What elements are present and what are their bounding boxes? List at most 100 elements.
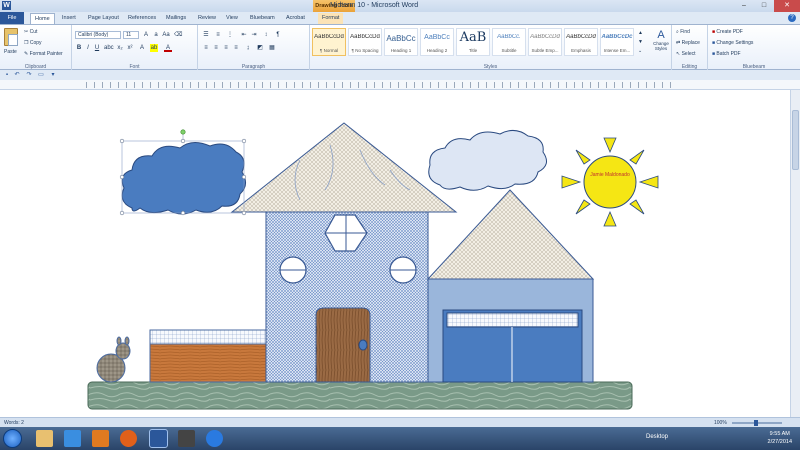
zoom-level[interactable]: 100% [714, 420, 727, 426]
main-roof[interactable] [230, 122, 458, 213]
garage-roof[interactable] [426, 189, 595, 280]
cloud-right[interactable] [428, 130, 548, 191]
superscript-icon[interactable]: x² [126, 44, 134, 52]
stone-ear-right[interactable] [124, 336, 130, 346]
cut-button[interactable]: ✂ Cut [24, 29, 37, 35]
undo-icon[interactable]: ↶ [13, 71, 21, 79]
borders-icon[interactable]: ▦ [268, 44, 276, 52]
tab-home[interactable]: Home [30, 13, 55, 24]
subscript-icon[interactable]: x₂ [116, 44, 124, 52]
quick-access-toolbar[interactable] [14, 3, 194, 9]
strikethrough-icon[interactable]: abc [104, 44, 114, 52]
fence-rail[interactable] [149, 329, 267, 345]
style-normal[interactable]: AaBbCcDd ¶ Normal [312, 28, 346, 56]
explorer-icon[interactable] [36, 430, 53, 447]
select-button[interactable]: ↖ Select [676, 51, 696, 57]
resize-handle-t[interactable] [180, 138, 186, 144]
zoom-slider-thumb[interactable] [754, 420, 758, 426]
copy-button[interactable]: ❐ Copy [24, 40, 42, 46]
batch-pdf-button[interactable]: ■ Batch PDF [712, 51, 741, 57]
resize-handle-r[interactable] [241, 174, 247, 180]
stone-ear-left[interactable] [116, 336, 122, 346]
style-heading-1[interactable]: AaBbCc Heading 1 [384, 28, 418, 56]
grow-font-icon[interactable]: A [142, 31, 150, 39]
ie-icon[interactable] [64, 430, 81, 447]
replace-button[interactable]: ⇄ Replace [676, 40, 700, 46]
create-pdf-button[interactable]: ■ Create PDF [712, 29, 743, 35]
style-no-spacing[interactable]: AaBbCcDd ¶ No Spacing [348, 28, 382, 56]
paste-button[interactable]: Paste [4, 49, 17, 55]
tab-insert[interactable]: Insert [62, 13, 76, 24]
bold-icon[interactable]: B [75, 44, 83, 52]
styles-scroll-icon[interactable]: ▲ ▼ ⌄ [638, 29, 646, 56]
font-size-combo[interactable]: 11 [123, 31, 139, 39]
ground-rect[interactable] [87, 381, 633, 410]
show-marks-icon[interactable]: ¶ [274, 31, 282, 39]
text-effects-icon[interactable]: A [138, 44, 146, 52]
sort-icon[interactable]: ↕ [262, 31, 270, 39]
font-color-icon[interactable]: A [164, 44, 172, 52]
vertical-scrollbar[interactable] [790, 90, 800, 417]
style-subtle-emphasis[interactable]: AaBbCcDd Subtle Emp... [528, 28, 562, 56]
change-case-icon[interactable]: Aa [162, 31, 170, 39]
multilevel-list-icon[interactable]: ⋮ [226, 31, 234, 39]
paste-icon[interactable] [4, 28, 18, 46]
cloud-left-selected[interactable] [121, 142, 246, 215]
resize-handle-tl[interactable] [119, 138, 125, 144]
style-subtitle[interactable]: AaBbCc. Subtitle [492, 28, 526, 56]
minimize-icon[interactable]: – [734, 0, 754, 12]
print-icon[interactable]: ▭ [37, 71, 45, 79]
change-settings-button[interactable]: ■ Change Settings [712, 40, 753, 46]
tab-references[interactable]: References [128, 13, 156, 24]
tab-bluebeam[interactable]: Bluebeam [250, 13, 275, 24]
italic-icon[interactable]: I [84, 44, 92, 52]
tab-format[interactable]: Format [318, 13, 344, 24]
align-right-icon[interactable]: ≡ [222, 44, 230, 52]
style-heading-2[interactable]: AaBbCc Heading 2 [420, 28, 454, 56]
start-button[interactable] [3, 429, 22, 448]
resize-handle-tr[interactable] [241, 138, 247, 144]
scroll-thumb[interactable] [792, 110, 799, 170]
help-icon[interactable]: ? [788, 14, 796, 22]
increase-indent-icon[interactable]: ⇥ [250, 31, 258, 39]
change-styles-button[interactable]: A Change Styles [650, 29, 672, 51]
clear-formatting-icon[interactable]: ⌫ [174, 31, 182, 39]
desktop-toolbar[interactable]: Desktop [646, 434, 668, 440]
stone-head[interactable] [115, 342, 131, 360]
outlook-icon[interactable] [92, 430, 109, 447]
resize-handle-l[interactable] [119, 174, 125, 180]
highlight-icon[interactable]: ab [150, 44, 158, 52]
tab-mailings[interactable]: Mailings [166, 13, 186, 24]
resize-handle-b[interactable] [180, 210, 186, 216]
wooden-wall[interactable] [149, 343, 267, 383]
shading-icon[interactable]: ◩ [256, 44, 264, 52]
close-icon[interactable]: ✕ [774, 0, 800, 12]
media-icon[interactable] [178, 430, 195, 447]
sun-label[interactable]: Jamie Maldonado [588, 168, 632, 179]
app-icon[interactable] [206, 430, 223, 447]
style-intense-emphasis[interactable]: AaBbCcDc Intense Em... [600, 28, 634, 56]
justify-icon[interactable]: ≡ [232, 44, 240, 52]
line-spacing-icon[interactable]: ↨ [244, 44, 252, 52]
resize-handle-bl[interactable] [119, 210, 125, 216]
word-icon[interactable]: W [2, 1, 11, 10]
word-taskbar-icon[interactable] [149, 429, 168, 448]
save-icon[interactable]: ▪ [3, 71, 11, 79]
tab-page-layout[interactable]: Page Layout [88, 13, 119, 24]
format-painter-button[interactable]: ✎ Format Painter [24, 51, 63, 57]
tab-review[interactable]: Review [198, 13, 216, 24]
door-knob[interactable] [358, 339, 368, 351]
decrease-indent-icon[interactable]: ⇤ [240, 31, 248, 39]
underline-icon[interactable]: U [93, 44, 101, 52]
style-title[interactable]: AaB Title [456, 28, 490, 56]
style-emphasis[interactable]: AaBbCcDd Emphasis [564, 28, 598, 56]
align-center-icon[interactable]: ≡ [212, 44, 220, 52]
firefox-icon[interactable] [120, 430, 137, 447]
customize-icon[interactable]: ▾ [49, 71, 57, 79]
bullets-icon[interactable]: ☰ [202, 31, 210, 39]
redo-icon[interactable]: ↷ [25, 71, 33, 79]
word-count[interactable]: Words: 2 [4, 420, 24, 426]
resize-handle-br[interactable] [241, 210, 247, 216]
garage-door-window[interactable] [446, 312, 579, 328]
clock[interactable]: 9:55 AM 2/27/2014 [768, 430, 792, 446]
